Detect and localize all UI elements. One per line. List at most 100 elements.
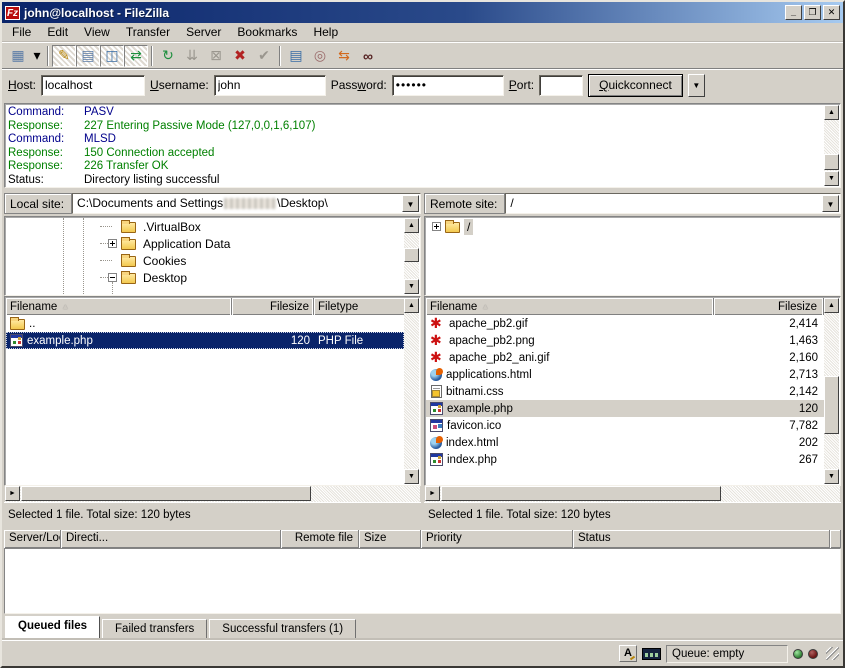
table-row[interactable]: apache_pb2.png 1,463 — [426, 332, 824, 349]
menu-item[interactable]: Transfer — [118, 23, 178, 41]
queue-body[interactable] — [4, 548, 841, 614]
quickconnect-dropdown[interactable]: ▼ — [688, 74, 705, 97]
table-row[interactable]: index.php 267 — [426, 451, 824, 468]
tree-item[interactable]: .VirtualBox — [6, 218, 404, 235]
scrollbar-thumb[interactable] — [441, 486, 721, 501]
scrollbar-thumb[interactable] — [404, 248, 419, 262]
chevron-down-icon[interactable]: ▼ — [822, 195, 839, 212]
menu-item[interactable]: File — [4, 23, 39, 41]
remote-list-scrollbar[interactable]: ▲ ▼ — [824, 298, 839, 484]
queue-column-header[interactable]: Directi... — [61, 530, 281, 548]
scroll-right-icon[interactable]: ► — [5, 486, 20, 501]
table-row[interactable]: favicon.ico 7,782 — [426, 417, 824, 434]
menu-item[interactable]: Help — [305, 23, 346, 41]
queue-column-header[interactable]: Status — [573, 530, 830, 548]
local-tree: .VirtualBox Application Data — [4, 216, 421, 296]
chevron-down-icon[interactable]: ▼ — [402, 195, 419, 212]
disconnect-button[interactable]: ✖ — [228, 45, 252, 67]
refresh-button[interactable]: ↻ — [156, 45, 180, 67]
scroll-down-icon[interactable]: ▼ — [404, 469, 419, 484]
expander-icon[interactable] — [108, 239, 117, 248]
column-header-filetype[interactable]: Filetype — [314, 298, 404, 315]
table-row[interactable]: apache_pb2_ani.gif 2,160 — [426, 349, 824, 366]
tree-item[interactable]: Cookies — [6, 252, 404, 269]
toggle-message-log-button[interactable]: ✎ — [52, 45, 76, 67]
remote-hscrollbar[interactable]: ◄ ► — [425, 486, 840, 502]
filter-button[interactable]: ▤ — [284, 45, 308, 67]
menu-item[interactable]: Edit — [39, 23, 76, 41]
local-tree-scrollbar[interactable]: ▲ ▼ — [404, 218, 419, 294]
log-scrollbar[interactable]: ▲ ▼ — [824, 105, 839, 186]
queue-column-header[interactable]: Remote file — [281, 530, 359, 548]
menu-item[interactable]: View — [76, 23, 118, 41]
encryption-indicator-icon[interactable] — [642, 648, 661, 660]
scroll-up-icon[interactable]: ▲ — [824, 105, 839, 120]
close-button[interactable]: ✕ — [823, 5, 840, 20]
tree-item[interactable]: / — [426, 218, 839, 235]
toolbar-separator[interactable] — [47, 46, 49, 66]
scroll-right-icon[interactable]: ► — [425, 486, 440, 501]
scroll-down-icon[interactable]: ▼ — [824, 171, 839, 186]
username-input[interactable] — [214, 75, 326, 96]
toggle-local-tree-button[interactable]: ▤ — [76, 45, 100, 67]
table-row[interactable]: apache_pb2.gif 2,414 — [426, 315, 824, 332]
directory-comparison-button[interactable]: ◎ — [308, 45, 332, 67]
reconnect-button[interactable]: ✔ — [252, 45, 276, 67]
expander-icon[interactable] — [108, 273, 117, 282]
site-manager-button[interactable]: ▦ — [6, 45, 30, 67]
find-files-button[interactable]: ∞ — [356, 45, 380, 67]
table-row[interactable]: example.php 120 PHP File 1 — [6, 332, 404, 349]
scrollbar-thumb[interactable] — [824, 154, 839, 170]
table-row[interactable]: index.html 202 — [426, 434, 824, 451]
data-type-indicator-icon[interactable]: A — [619, 645, 637, 662]
scrollbar-thumb[interactable] — [21, 486, 311, 501]
column-header-filesize[interactable]: Filesize — [232, 298, 314, 315]
scroll-down-icon[interactable]: ▼ — [824, 469, 839, 484]
local-list-scrollbar[interactable]: ▲ ▼ — [404, 298, 419, 484]
file-icon — [10, 334, 23, 347]
menu-item[interactable]: Bookmarks — [229, 23, 305, 41]
synchronized-browsing-button[interactable]: ⇆ — [332, 45, 356, 67]
toggle-remote-tree-button[interactable]: ◫ — [100, 45, 124, 67]
password-input[interactable] — [392, 75, 504, 96]
local-site-combo[interactable]: C:\Documents and Settings\Desktop\ ▼ — [72, 193, 421, 214]
scroll-up-icon[interactable]: ▲ — [824, 298, 839, 313]
queue-tab[interactable]: Successful transfers (1) — [209, 619, 356, 639]
process-queue-button[interactable]: ⇊ — [180, 45, 204, 67]
toolbar-separator[interactable] — [151, 46, 153, 66]
queue-column-header[interactable]: Server/Local file — [4, 530, 61, 548]
remote-site-label: Remote site: — [424, 193, 505, 214]
table-row[interactable]: .. — [6, 315, 404, 332]
queue-tab[interactable]: Failed transfers — [102, 619, 207, 639]
remote-site-combo[interactable]: / ▼ — [505, 193, 841, 214]
tree-item[interactable]: Application Data — [6, 235, 404, 252]
port-input[interactable] — [539, 75, 583, 96]
column-header-filename[interactable]: Filename▲ — [426, 298, 714, 315]
minimize-button[interactable]: _ — [785, 5, 802, 20]
scroll-up-icon[interactable]: ▲ — [404, 218, 419, 233]
column-header-filesize[interactable]: Filesize — [714, 298, 824, 315]
cancel-operation-button[interactable]: ⊠ — [204, 45, 228, 67]
quickconnect-button[interactable]: Quickconnect — [588, 74, 683, 97]
resize-grip[interactable] — [826, 647, 839, 660]
tree-item[interactable]: Desktop — [6, 269, 404, 286]
maximize-button[interactable]: ❐ — [804, 5, 821, 20]
scroll-down-icon[interactable]: ▼ — [404, 279, 419, 294]
queue-tab[interactable]: Queued files — [5, 616, 100, 639]
toggle-queue-button[interactable]: ⇄ — [124, 45, 148, 67]
expander-icon[interactable] — [432, 222, 441, 231]
table-row[interactable]: bitnami.css 2,142 — [426, 383, 824, 400]
queue-column-header[interactable]: Size — [359, 530, 421, 548]
queue-column-header[interactable]: Priority — [421, 530, 573, 548]
host-input[interactable] — [41, 75, 145, 96]
site-manager-dropdown[interactable]: ▾ — [30, 45, 44, 67]
local-hscrollbar[interactable]: ◄ ► — [5, 486, 420, 502]
table-row[interactable]: example.php 120 — [426, 400, 824, 417]
scrollbar-thumb[interactable] — [824, 376, 839, 434]
menu-item[interactable]: Server — [178, 23, 229, 41]
scroll-up-icon[interactable]: ▲ — [404, 298, 419, 313]
column-header-filename[interactable]: Filename▲ — [6, 298, 232, 315]
toolbar-separator[interactable] — [279, 46, 281, 66]
queue-column-header[interactable] — [830, 530, 841, 548]
table-row[interactable]: applications.html 2,713 — [426, 366, 824, 383]
